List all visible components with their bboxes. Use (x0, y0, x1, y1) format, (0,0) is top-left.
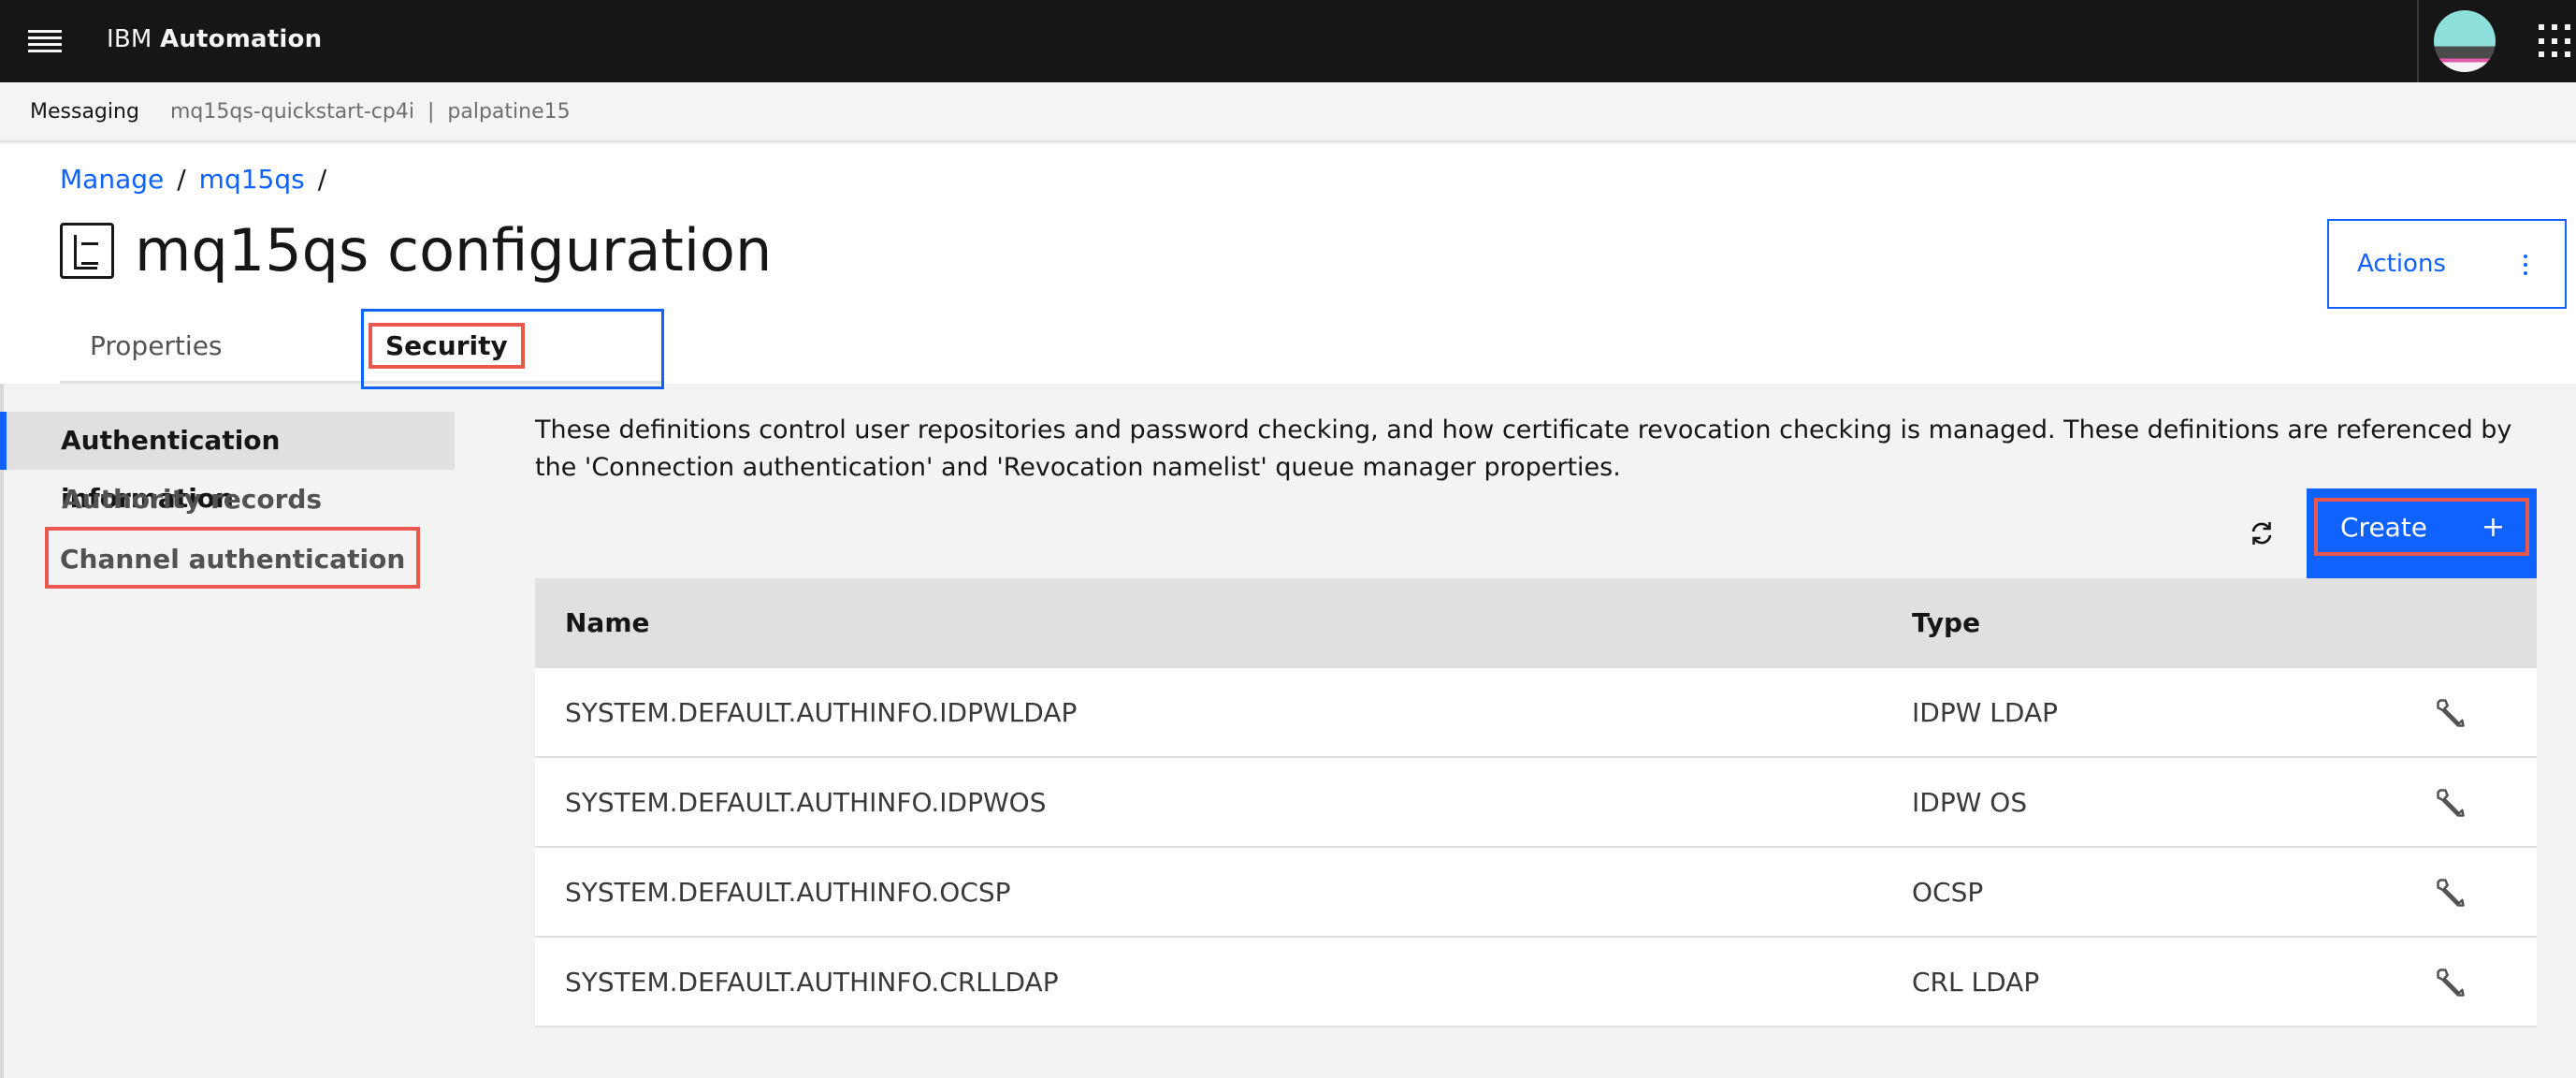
table-row[interactable]: SYSTEM.DEFAULT.AUTHINFO.IDPWOS IDPW OS (535, 758, 2537, 848)
table-header: Name Type (535, 578, 2537, 668)
cell-name: SYSTEM.DEFAULT.AUTHINFO.CRLLDAP (565, 967, 1059, 998)
cell-name: SYSTEM.DEFAULT.AUTHINFO.OCSP (565, 877, 1011, 908)
overflow-menu-icon (2524, 255, 2527, 275)
context-separator: | (427, 100, 435, 124)
cell-type: OCSP (1912, 877, 1984, 908)
namespace-name: palpatine15 (447, 100, 571, 124)
brand-prefix: IBM (107, 25, 152, 53)
page-header: Manage / mq15qs / mq15qs configuration Acti… (0, 144, 2576, 389)
user-profile-button[interactable] (2417, 0, 2511, 82)
top-navigation-bar: IBM Automation (0, 0, 2576, 82)
sidebar-item-authority-records[interactable]: Authority records (4, 471, 458, 529)
create-button[interactable]: Create + (2314, 498, 2529, 556)
column-header-type[interactable]: Type (1912, 578, 1980, 668)
table-row[interactable]: SYSTEM.DEFAULT.AUTHINFO.IDPWLDAP IDPW LD… (535, 668, 2537, 758)
tab-label: Security (369, 323, 525, 369)
actions-button[interactable]: Actions (2327, 219, 2567, 309)
tab-list: Properties Security (60, 309, 664, 389)
refresh-icon (2251, 522, 2272, 545)
sidebar-item-label: Authority records (62, 484, 323, 515)
instance-name: mq15qs-quickstart-cp4i (170, 100, 414, 124)
create-label: Create (2340, 511, 2428, 543)
brand-product: Automation (160, 25, 323, 53)
tab-label: Properties (90, 330, 223, 361)
product-brand[interactable]: IBM Automation (107, 21, 322, 58)
sidebar-item-authentication-information[interactable]: Authentication information (0, 412, 455, 514)
wrench-icon[interactable] (2434, 696, 2467, 730)
wrench-icon[interactable] (2434, 786, 2467, 820)
breadcrumb-link-manage[interactable]: Manage (60, 164, 164, 195)
sidebar-item-label: Channel authentication (44, 527, 421, 589)
tab-properties[interactable]: Properties (60, 309, 361, 384)
cell-type: IDPW LDAP (1912, 697, 2058, 728)
refresh-button[interactable] (2239, 511, 2284, 556)
context-label: Messaging (30, 100, 139, 124)
breadcrumb-separator: / (317, 164, 327, 195)
breadcrumb-link-mq15qs[interactable]: mq15qs (199, 164, 305, 195)
authinfo-table: Name Type SYSTEM.DEFAULT.AUTHINFO.IDPWLD… (535, 578, 2537, 1027)
hamburger-menu-icon[interactable] (28, 26, 62, 56)
user-avatar (2434, 10, 2496, 72)
section-description: These definitions control user repositor… (535, 415, 2512, 482)
table-row[interactable]: SYSTEM.DEFAULT.AUTHINFO.CRLLDAP CRL LDAP (535, 938, 2537, 1027)
add-icon: + (2481, 511, 2505, 544)
page-title-group: mq15qs configuration (60, 215, 772, 286)
cell-type: CRL LDAP (1912, 967, 2040, 998)
cell-type: IDPW OS (1912, 787, 2028, 818)
tab-security[interactable]: Security (361, 309, 664, 389)
page-title: mq15qs configuration (135, 216, 773, 284)
cell-name: SYSTEM.DEFAULT.AUTHINFO.IDPWOS (565, 787, 1047, 818)
queue-manager-icon (60, 223, 114, 279)
sidebar-item-channel-authentication[interactable]: Channel authentication (4, 527, 458, 589)
security-side-navigation: Authentication information Authority rec… (0, 384, 505, 1078)
wrench-icon[interactable] (2434, 876, 2467, 910)
column-header-name[interactable]: Name (565, 578, 650, 668)
breadcrumb: Manage / mq15qs / (60, 161, 340, 198)
wrench-icon[interactable] (2434, 966, 2467, 999)
app-switcher-icon[interactable] (2539, 24, 2572, 58)
create-button-container: Create + (2307, 488, 2537, 578)
actions-label: Actions (2357, 250, 2446, 278)
cell-name: SYSTEM.DEFAULT.AUTHINFO.IDPWLDAP (565, 697, 1078, 728)
breadcrumb-separator: / (177, 164, 186, 195)
table-row[interactable]: SYSTEM.DEFAULT.AUTHINFO.OCSP OCSP (535, 848, 2537, 938)
context-bar: Messaging mq15qs-quickstart-cp4i | palpati… (0, 82, 2576, 142)
context-instance-info: mq15qs-quickstart-cp4i | palpatine15 (170, 82, 571, 142)
